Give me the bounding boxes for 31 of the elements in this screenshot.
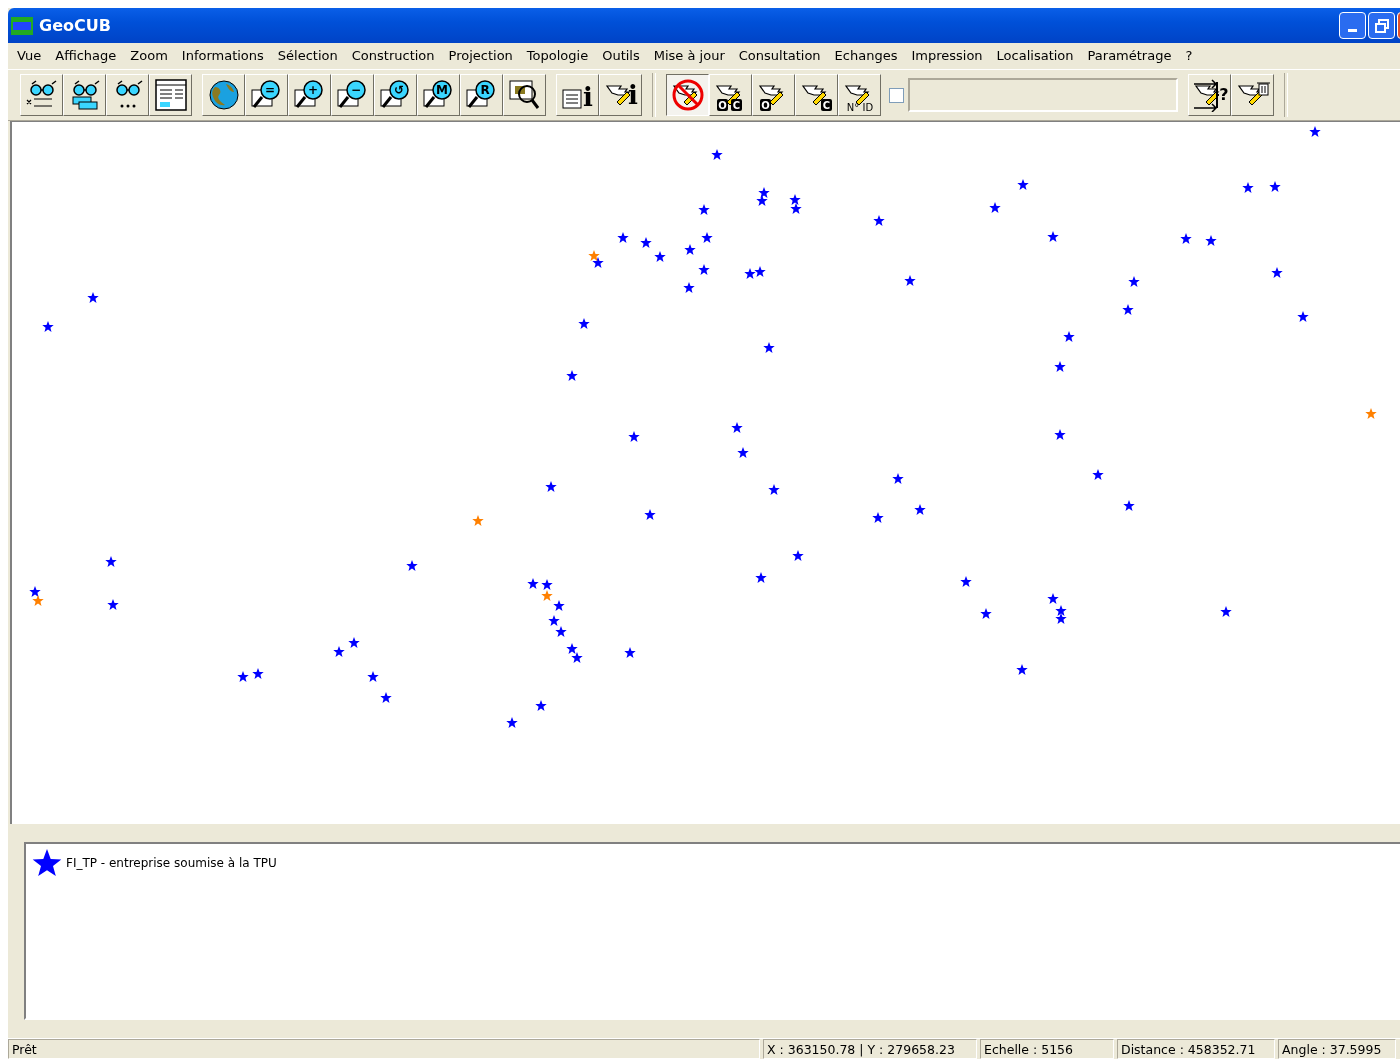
menu-item[interactable]: Vue	[10, 48, 49, 64]
status-text: Echelle : 5156	[980, 1039, 1114, 1059]
menu-item[interactable]: Projection	[441, 48, 520, 64]
status-text: X : 363150.78 | Y : 279658.23	[763, 1039, 977, 1059]
menu-item[interactable]: Affichage	[48, 48, 124, 64]
minimize-button[interactable]	[1339, 12, 1366, 40]
restore-button[interactable]	[1368, 12, 1395, 40]
menu-item[interactable]: Impression	[904, 48, 990, 64]
legend-label: FI_TP - entreprise soumise à la TPU	[66, 856, 277, 871]
restore-icon	[1374, 18, 1389, 33]
status-text: Distance : 458352.71	[1117, 1039, 1275, 1059]
table-icon	[152, 78, 189, 113]
app-icon	[11, 16, 33, 35]
toolbar-button[interactable]	[666, 74, 709, 117]
window-title: GeoCUB	[39, 16, 112, 36]
menu-item[interactable]: Zoom	[123, 48, 175, 64]
menu-item[interactable]: ?	[1178, 48, 1200, 64]
status-text: Prêt	[8, 1039, 760, 1059]
menu-item[interactable]: Localisation	[989, 48, 1081, 64]
menu-item[interactable]: Outils	[595, 48, 647, 64]
menu-item[interactable]: Mise à jour	[646, 48, 732, 64]
minimize-icon	[1348, 28, 1357, 32]
status-text: Angle : 37.5995	[1278, 1039, 1396, 1059]
menu-item[interactable]: Topologie	[519, 48, 596, 64]
menu-item[interactable]: Sélection	[270, 48, 345, 64]
checkbox[interactable]	[889, 87, 904, 103]
menu-item[interactable]: Informations	[174, 48, 271, 64]
menu-item[interactable]: Echanges	[827, 48, 905, 64]
menu-item[interactable]: Consultation	[731, 48, 828, 64]
menu-item[interactable]: Paramétrage	[1080, 48, 1179, 64]
menu-item[interactable]: Construction	[344, 48, 442, 64]
